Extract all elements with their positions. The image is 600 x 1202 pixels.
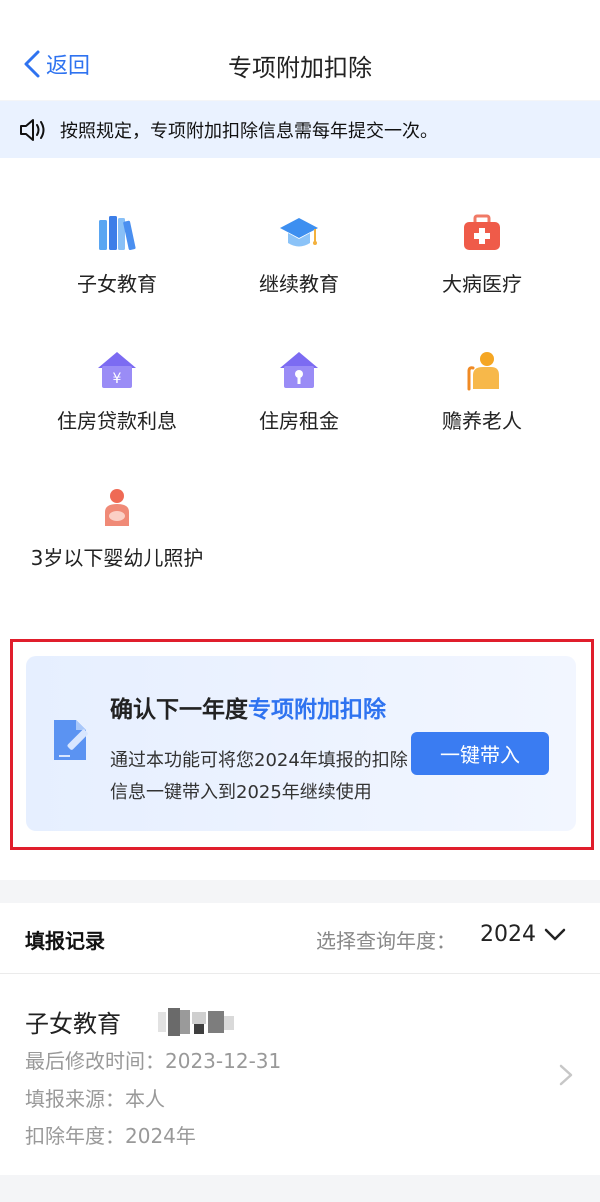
year-select-label: 选择查询年度：: [316, 929, 456, 953]
year-value: 2024: [480, 922, 536, 947]
category-infant-care[interactable]: 3岁以下婴幼儿照护: [17, 486, 217, 574]
house-key-icon: [280, 352, 318, 388]
promo-title-highlight: 专项附加扣除: [248, 697, 386, 723]
speaker-icon: [20, 118, 45, 141]
category-label: 继续教育: [259, 272, 339, 296]
category-label: 住房贷款利息: [57, 409, 177, 433]
category-label: 3岁以下婴幼儿照护: [30, 546, 204, 570]
category-label: 住房租金: [259, 409, 339, 433]
notice-bar: 按照规定，专项附加扣除信息需每年提交一次。: [0, 101, 600, 158]
promo-title-prefix: 确认下一年度: [110, 697, 248, 723]
one-click-import-button[interactable]: 一键带入: [411, 732, 549, 775]
category-label: 大病医疗: [442, 272, 522, 296]
category-label: 子女教育: [77, 272, 157, 296]
category-serious-illness[interactable]: 大病医疗: [382, 212, 582, 300]
redacted-name: [158, 1008, 234, 1036]
notice-text: 按照规定，专项附加扣除信息需每年提交一次。: [60, 120, 438, 142]
category-label: 赡养老人: [442, 409, 522, 433]
svg-text:¥: ¥: [113, 371, 122, 387]
records-title: 填报记录: [25, 929, 105, 953]
record-item-name: 子女教育: [25, 1010, 121, 1038]
books-icon: [99, 216, 136, 251]
category-child-education[interactable]: 子女教育: [17, 212, 217, 300]
graduation-cap-icon: [280, 218, 318, 247]
category-elderly-support[interactable]: 赡养老人: [382, 349, 582, 437]
page-title: 专项附加扣除: [228, 54, 372, 82]
promo-description: 通过本功能可将您2024年填报的扣除信息一键带入到2025年继续使用: [110, 750, 408, 803]
category-housing-rent[interactable]: 住房租金: [199, 349, 399, 437]
mother-baby-icon: [105, 489, 129, 526]
record-source: 填报来源：本人: [25, 1087, 165, 1111]
category-continuing-education[interactable]: 继续教育: [199, 212, 399, 300]
promo-title: 确认下一年度专项附加扣除: [110, 690, 386, 724]
document-edit-icon: [54, 720, 88, 760]
chevron-down-icon: [544, 928, 566, 940]
house-yuan-icon: ¥: [98, 352, 136, 388]
record-deduction-year: 扣除年度：2024年: [25, 1124, 196, 1148]
nav-bar: 返回 专项附加扣除: [0, 0, 600, 100]
record-modified-time: 最后修改时间：2023-12-31: [25, 1049, 282, 1073]
category-housing-loan[interactable]: ¥ 住房贷款利息: [17, 349, 217, 437]
chevron-right-icon: [559, 1064, 573, 1086]
medical-kit-icon: [464, 214, 500, 250]
elderly-person-icon: [467, 352, 499, 391]
year-select[interactable]: 2024: [480, 922, 566, 947]
